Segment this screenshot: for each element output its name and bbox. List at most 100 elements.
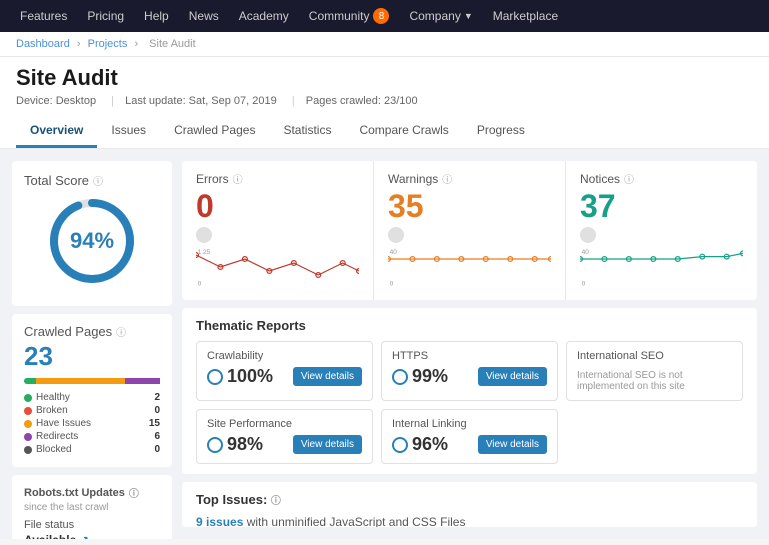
notices-info-icon[interactable]: ⓘ xyxy=(624,171,634,186)
right-panel: Errors ⓘ 0 1.25 xyxy=(182,161,757,527)
tab-compare-crawls[interactable]: Compare Crawls xyxy=(345,115,462,148)
tab-statistics[interactable]: Statistics xyxy=(269,115,345,148)
nav-community[interactable]: Community 8 xyxy=(299,0,400,32)
warnings-label: Warnings xyxy=(388,172,438,186)
score-card: Total Score ⓘ 94% xyxy=(12,161,172,306)
errors-info-icon[interactable]: ⓘ xyxy=(233,171,243,186)
notices-sub xyxy=(580,227,743,243)
https-score: 99% xyxy=(412,366,448,387)
svg-text:40: 40 xyxy=(390,249,398,256)
score-value: 94% xyxy=(70,228,114,254)
community-badge: 8 xyxy=(373,8,389,24)
legend-have-issues: Have Issues 15 xyxy=(24,418,160,429)
site-performance-view-details-btn[interactable]: View details xyxy=(293,435,362,454)
nav-help[interactable]: Help xyxy=(134,0,179,32)
crawlability-score: 100% xyxy=(227,366,273,387)
warnings-info-icon[interactable]: ⓘ xyxy=(442,171,452,186)
warnings-prev-icon xyxy=(388,227,404,243)
svg-text:0: 0 xyxy=(198,280,202,287)
warnings-sub xyxy=(388,227,551,243)
breadcrumb-site-audit: Site Audit xyxy=(149,38,195,50)
robots-file-value: Available ↗ xyxy=(24,533,160,539)
site-performance-score: 98% xyxy=(227,434,263,455)
breadcrumb-projects[interactable]: Projects xyxy=(88,38,128,50)
tab-progress[interactable]: Progress xyxy=(463,115,539,148)
errors-value: 0 xyxy=(196,188,359,225)
tabs: Overview Issues Crawled Pages Statistics… xyxy=(16,115,753,148)
errors-prev-icon xyxy=(196,227,212,243)
report-https: HTTPS 99% View details xyxy=(381,341,558,401)
notices-label: Notices xyxy=(580,172,620,186)
errors-chart: 1.25 0 xyxy=(196,247,359,287)
svg-text:1.25: 1.25 xyxy=(198,249,211,256)
robots-title: Robots.txt Updates ⓘ xyxy=(24,485,160,500)
thematic-title: Thematic Reports xyxy=(196,318,743,333)
internal-linking-view-details-btn[interactable]: View details xyxy=(478,435,547,454)
svg-text:40: 40 xyxy=(582,249,590,256)
legend-healthy: Healthy 2 xyxy=(24,392,160,403)
robots-link-icon[interactable]: ↗ xyxy=(80,535,88,540)
robots-subtitle: since the last crawl xyxy=(24,502,160,513)
reports-grid: Crawlability 100% View details HTTPS xyxy=(196,341,743,464)
issues-info-icon[interactable]: ⓘ xyxy=(271,496,281,507)
score-circle: 94% xyxy=(47,196,137,286)
warnings-chart: 40 0 xyxy=(388,247,551,287)
crawlability-view-details-btn[interactable]: View details xyxy=(293,367,362,386)
warnings-value: 35 xyxy=(388,188,551,225)
crawled-card: Crawled Pages ⓘ 23 Healthy 2 Broke xyxy=(12,314,172,467)
crawlability-circle-icon xyxy=(207,369,223,385)
issue-1-text: with unminified JavaScript and CSS Files xyxy=(247,515,466,527)
nav-features[interactable]: Features xyxy=(10,0,77,32)
nav-pricing[interactable]: Pricing xyxy=(77,0,134,32)
internal-linking-circle-icon xyxy=(392,437,408,453)
legend-blocked: Blocked 0 xyxy=(24,444,160,455)
dot-issues xyxy=(24,420,32,428)
issues-title: Top Issues: ⓘ xyxy=(196,492,743,507)
page-header: Site Audit Device: Desktop | Last update… xyxy=(0,57,769,149)
report-internal-linking: Internal Linking 96% View details xyxy=(381,409,558,464)
errors-block: Errors ⓘ 0 1.25 xyxy=(182,161,374,300)
notices-chart: 40 0 xyxy=(580,247,743,287)
pb-redirects xyxy=(125,378,160,384)
https-view-details-btn[interactable]: View details xyxy=(478,367,547,386)
legend-broken: Broken 0 xyxy=(24,405,160,416)
nav-news[interactable]: News xyxy=(179,0,229,32)
score-title: Total Score ⓘ xyxy=(24,173,160,188)
score-info-icon[interactable]: ⓘ xyxy=(93,173,103,188)
top-navigation: Features Pricing Help News Academy Commu… xyxy=(0,0,769,32)
dot-healthy xyxy=(24,394,32,402)
site-performance-circle-icon xyxy=(207,437,223,453)
errors-label: Errors xyxy=(196,172,229,186)
notices-block: Notices ⓘ 37 40 xyxy=(566,161,757,300)
nav-academy[interactable]: Academy xyxy=(229,0,299,32)
legend-redirects: Redirects 6 xyxy=(24,431,160,442)
warnings-block: Warnings ⓘ 35 40 xyxy=(374,161,566,300)
issue-item-1: 9 issues with unminified JavaScript and … xyxy=(196,515,743,527)
https-circle-icon xyxy=(392,369,408,385)
metrics-row: Errors ⓘ 0 1.25 xyxy=(182,161,757,300)
nav-company[interactable]: Company ▼ xyxy=(399,0,482,32)
breadcrumb-dashboard[interactable]: Dashboard xyxy=(16,38,70,50)
breadcrumb: Dashboard › Projects › Site Audit xyxy=(0,32,769,57)
thematic-section: Thematic Reports Crawlability 100% View … xyxy=(182,308,757,474)
internal-linking-score: 96% xyxy=(412,434,448,455)
crawled-number: 23 xyxy=(24,341,160,372)
main-content: Total Score ⓘ 94% Crawled Pages ⓘ 23 xyxy=(0,149,769,539)
dot-broken xyxy=(24,407,32,415)
crawled-label: Crawled Pages xyxy=(24,324,112,339)
dot-blocked xyxy=(24,446,32,454)
nav-marketplace[interactable]: Marketplace xyxy=(483,0,568,32)
tab-crawled-pages[interactable]: Crawled Pages xyxy=(160,115,269,148)
pb-issues xyxy=(36,378,124,384)
page-title: Site Audit xyxy=(16,65,753,91)
crawled-info-icon[interactable]: ⓘ xyxy=(116,324,126,339)
tab-overview[interactable]: Overview xyxy=(16,115,97,148)
company-arrow-icon: ▼ xyxy=(464,11,473,21)
tab-issues[interactable]: Issues xyxy=(97,115,160,148)
page-meta: Device: Desktop | Last update: Sat, Sep … xyxy=(16,95,753,107)
notices-value: 37 xyxy=(580,188,743,225)
intl-seo-note: International SEO is not implemented on … xyxy=(577,370,732,392)
robots-info-icon[interactable]: ⓘ xyxy=(129,485,139,500)
left-panel: Total Score ⓘ 94% Crawled Pages ⓘ 23 xyxy=(12,161,172,527)
dot-redirects xyxy=(24,433,32,441)
